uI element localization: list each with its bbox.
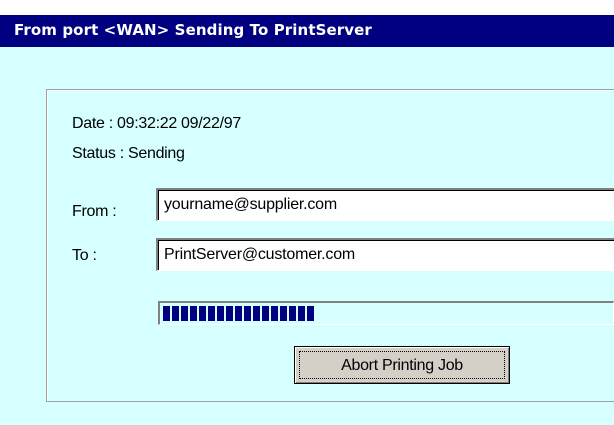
from-label: From : bbox=[72, 203, 117, 220]
title-bar[interactable]: From port <WAN> Sending To PrintServer bbox=[0, 15, 614, 47]
print-job-window: From port <WAN> Sending To PrintServer D… bbox=[0, 0, 614, 425]
to-field-value: PrintServer@customer.com bbox=[164, 246, 356, 263]
to-label: To : bbox=[72, 247, 97, 264]
top-strip bbox=[0, 0, 614, 15]
status-text: Status : Sending bbox=[72, 145, 185, 162]
date-text: Date : 09:32:22 09/22/97 bbox=[72, 115, 241, 132]
from-field[interactable]: yourname@supplier.com bbox=[156, 188, 614, 221]
window-title: From port <WAN> Sending To PrintServer bbox=[14, 21, 372, 39]
progress-fill bbox=[163, 306, 314, 321]
print-progress-bar bbox=[158, 301, 614, 325]
abort-button-label: Abort Printing Job bbox=[341, 357, 463, 374]
to-field[interactable]: PrintServer@customer.com bbox=[156, 238, 614, 271]
abort-printing-job-button[interactable]: Abort Printing Job bbox=[294, 346, 510, 384]
from-field-value: yourname@supplier.com bbox=[164, 196, 338, 213]
